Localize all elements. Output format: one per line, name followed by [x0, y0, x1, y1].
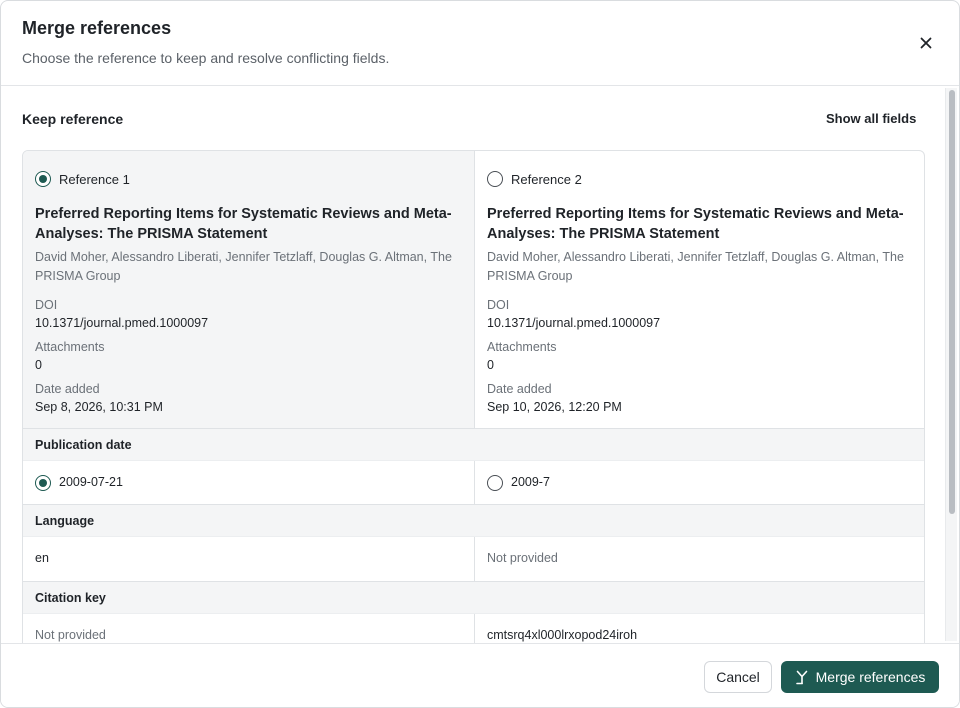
- reference-2-date-added: Sep 10, 2026, 12:20 PM: [487, 400, 622, 414]
- dialog-body: Keep reference Show all fields Reference…: [1, 86, 959, 643]
- reference-1-title: Preferred Reporting Items for Systematic…: [35, 206, 452, 242]
- field-section-language: Language: [23, 504, 924, 537]
- field-name: Publication date: [35, 438, 132, 452]
- field-name: Citation key: [35, 591, 106, 605]
- field-section-publication-date: Publication date: [23, 428, 924, 461]
- publication-date-right-radio[interactable]: [487, 475, 503, 491]
- dialog-footer: Cancel Merge references: [1, 643, 959, 707]
- dialog-header: Merge references Choose the reference to…: [1, 1, 959, 86]
- reference-card-2[interactable]: Reference 2 Preferred Reporting Items fo…: [474, 151, 924, 428]
- dialog-title: Merge references: [22, 18, 172, 38]
- reference-2-attachments-label: Attachments: [487, 340, 557, 354]
- reference-card-1[interactable]: Reference 1 Preferred Reporting Items fo…: [23, 151, 474, 428]
- show-all-fields-button[interactable]: Show all fields: [826, 111, 916, 126]
- reference-1-attachments-label: Attachments: [35, 340, 105, 354]
- reference-1-attachments: 0: [35, 358, 42, 372]
- reference-2-attachments: 0: [487, 358, 494, 372]
- reference-2-label: Reference 2: [511, 172, 582, 187]
- merge-references-button[interactable]: Merge references: [781, 661, 939, 693]
- reference-2-authors: David Moher, Alessandro Liberati, Jennif…: [487, 250, 904, 283]
- publication-date-left-value: 2009-07-21: [59, 475, 123, 489]
- merge-comparison-grid: Reference 1 Preferred Reporting Items fo…: [22, 150, 925, 643]
- language-right-value: Not provided: [487, 551, 558, 565]
- reference-2-doi: 10.1371/journal.pmed.1000097: [487, 316, 661, 330]
- field-values-publication-date: 2009-07-21 2009-7: [23, 461, 924, 505]
- close-button[interactable]: [913, 31, 939, 55]
- field-values-language: en Not provided: [23, 537, 924, 581]
- citation-key-right-value: cmtsrq4xl000lrxopod24iroh: [487, 628, 638, 642]
- merge-references-dialog: Merge references Choose the reference to…: [0, 0, 960, 708]
- reference-1-authors: David Moher, Alessandro Liberati, Jennif…: [35, 250, 452, 283]
- reference-2-title: Preferred Reporting Items for Systematic…: [487, 206, 904, 242]
- scrollbar-thumb[interactable]: [949, 90, 955, 514]
- language-left-cell: en: [23, 537, 474, 581]
- field-name: Language: [35, 514, 95, 528]
- reference-2-date-added-label: Date added: [487, 382, 552, 396]
- publication-date-right-value: 2009-7: [511, 475, 550, 489]
- reference-2-radio[interactable]: [487, 171, 503, 187]
- dialog-subtitle: Choose the reference to keep and resolve…: [22, 50, 390, 66]
- publication-date-left-radio[interactable]: [35, 475, 51, 491]
- merge-icon: [795, 670, 807, 684]
- reference-2-doi-label: DOI: [487, 298, 510, 312]
- reference-1-doi: 10.1371/journal.pmed.1000097: [35, 316, 209, 330]
- reference-1-date-added: Sep 8, 2026, 10:31 PM: [35, 400, 163, 414]
- language-left-value: en: [35, 551, 49, 565]
- citation-key-left-cell: Not provided: [23, 614, 474, 643]
- citation-key-left-value: Not provided: [35, 628, 106, 642]
- publication-date-option-left[interactable]: 2009-07-21: [23, 461, 474, 505]
- language-right-cell: Not provided: [474, 537, 924, 581]
- field-values-citation-key: Not provided cmtsrq4xl000lrxopod24iroh: [23, 614, 924, 643]
- keep-reference-label: Keep reference: [22, 111, 124, 127]
- cancel-button[interactable]: Cancel: [704, 661, 772, 693]
- vertical-scrollbar[interactable]: [945, 88, 957, 641]
- publication-date-option-right[interactable]: 2009-7: [474, 461, 924, 505]
- reference-1-doi-label: DOI: [35, 298, 58, 312]
- citation-key-right-cell: cmtsrq4xl000lrxopod24iroh: [474, 614, 924, 643]
- close-icon: [920, 37, 932, 49]
- merge-references-label: Merge references: [815, 669, 926, 685]
- field-section-citation-key: Citation key: [23, 581, 924, 614]
- reference-1-date-added-label: Date added: [35, 382, 100, 396]
- reference-1-radio[interactable]: [35, 171, 51, 187]
- reference-1-label: Reference 1: [59, 172, 130, 187]
